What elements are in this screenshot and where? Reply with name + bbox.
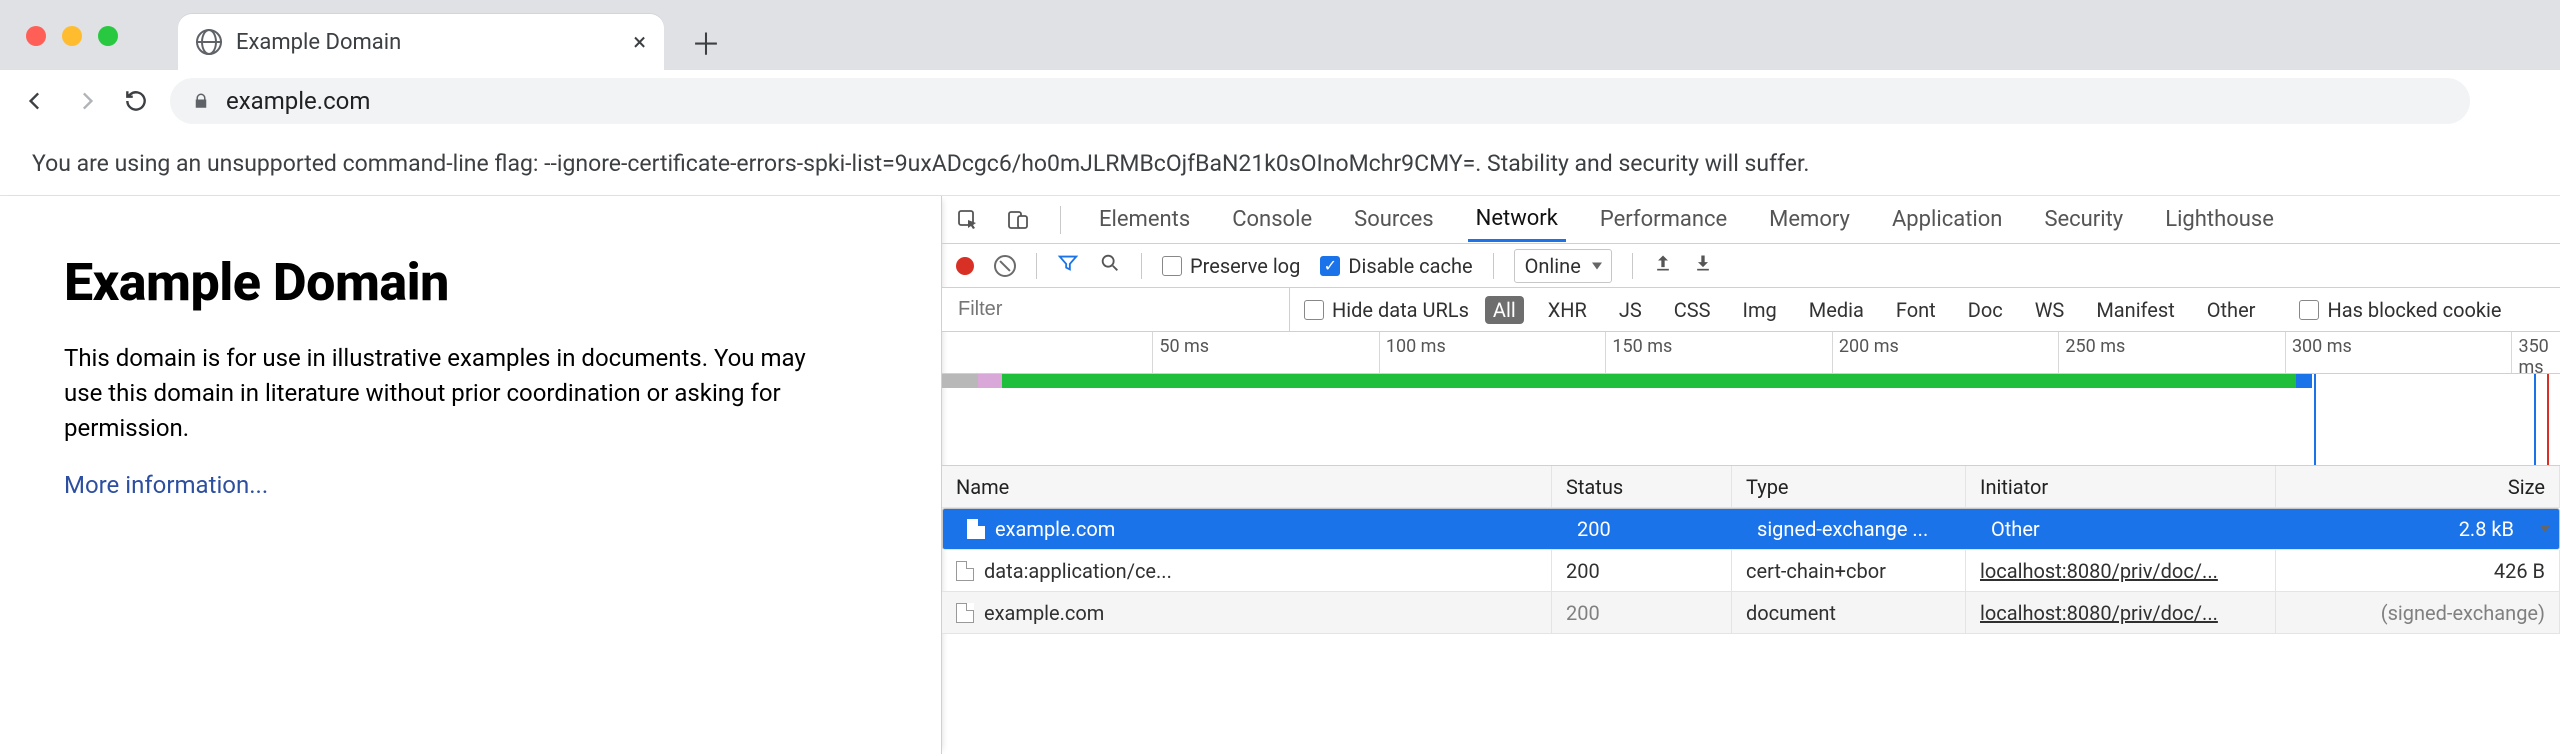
- tab-application[interactable]: Application: [1884, 199, 2010, 240]
- window-close-icon[interactable]: [26, 26, 46, 46]
- col-type[interactable]: Type: [1732, 466, 1966, 507]
- col-name[interactable]: Name: [942, 466, 1552, 507]
- tab-memory[interactable]: Memory: [1761, 199, 1858, 240]
- address-bar[interactable]: example.com: [170, 78, 2470, 124]
- browser-toolbar: example.com: [0, 70, 2560, 132]
- col-size[interactable]: Size: [2276, 466, 2560, 507]
- network-overview[interactable]: [942, 374, 2560, 466]
- tab-lighthouse[interactable]: Lighthouse: [2157, 199, 2282, 240]
- browser-tabstrip: Example Domain × ＋: [0, 0, 2560, 70]
- disable-cache-checkbox[interactable]: ✓Disable cache: [1320, 254, 1472, 278]
- col-initiator[interactable]: Initiator: [1966, 466, 2276, 507]
- tab-performance[interactable]: Performance: [1592, 199, 1735, 240]
- new-tab-button[interactable]: ＋: [684, 20, 728, 64]
- network-row[interactable]: data:application/ce... 200 cert-chain+cb…: [942, 550, 2560, 592]
- file-icon: [956, 603, 974, 623]
- infobar-warning: You are using an unsupported command-lin…: [0, 132, 2560, 196]
- forward-button[interactable]: [70, 85, 102, 117]
- network-toolbar: Preserve log ✓Disable cache Online: [942, 244, 2560, 288]
- inspect-element-icon[interactable]: [956, 208, 980, 232]
- window-minimize-icon[interactable]: [62, 26, 82, 46]
- page-heading: Example Domain: [64, 252, 877, 313]
- search-icon[interactable]: [1099, 252, 1121, 279]
- filter-type-js[interactable]: JS: [1611, 296, 1650, 324]
- network-row[interactable]: example.com 200 signed-exchange ... Othe…: [942, 508, 2560, 550]
- browser-tab[interactable]: Example Domain ×: [178, 14, 664, 70]
- download-har-icon[interactable]: [1693, 253, 1713, 278]
- col-status[interactable]: Status: [1552, 466, 1732, 507]
- filter-type-manifest[interactable]: Manifest: [2088, 296, 2182, 324]
- filter-type-media[interactable]: Media: [1801, 296, 1872, 324]
- network-table-header[interactable]: Name Status Type Initiator Size: [942, 466, 2560, 508]
- filter-toggle-icon[interactable]: [1057, 252, 1079, 279]
- filter-type-ws[interactable]: WS: [2027, 296, 2073, 324]
- filter-type-all[interactable]: All: [1485, 296, 1524, 324]
- blocked-cookies-checkbox[interactable]: Has blocked cookie: [2299, 298, 2501, 322]
- tab-sources[interactable]: Sources: [1346, 199, 1442, 240]
- upload-har-icon[interactable]: [1653, 253, 1673, 278]
- network-timeline-ruler[interactable]: 50 ms 100 ms 150 ms 200 ms 250 ms 300 ms…: [942, 332, 2560, 374]
- filter-type-xhr[interactable]: XHR: [1540, 296, 1595, 324]
- initiator-link[interactable]: localhost:8080/priv/doc/...: [1980, 601, 2218, 625]
- filter-type-css[interactable]: CSS: [1666, 296, 1719, 324]
- file-icon: [956, 561, 974, 581]
- devtools-tabbar: Elements Console Sources Network Perform…: [942, 196, 2560, 244]
- tab-close-icon[interactable]: ×: [633, 28, 646, 56]
- preserve-log-checkbox[interactable]: Preserve log: [1162, 254, 1300, 278]
- window-traffic-lights: [26, 26, 118, 46]
- tab-security[interactable]: Security: [2036, 199, 2131, 240]
- devtools-panel: Elements Console Sources Network Perform…: [942, 196, 2560, 754]
- page-more-info-link[interactable]: More information...: [64, 471, 268, 499]
- page-viewport: Example Domain This domain is for use in…: [0, 196, 942, 754]
- file-icon: [967, 519, 985, 539]
- page-paragraph: This domain is for use in illustrative e…: [64, 341, 824, 445]
- clear-button[interactable]: [994, 255, 1016, 277]
- filter-input[interactable]: [942, 288, 1290, 331]
- back-button[interactable]: [20, 85, 52, 117]
- network-row[interactable]: example.com 200 document localhost:8080/…: [942, 592, 2560, 634]
- reload-button[interactable]: [120, 85, 152, 117]
- filter-type-doc[interactable]: Doc: [1960, 296, 2011, 324]
- lock-icon: [192, 92, 210, 110]
- network-requests-table: Name Status Type Initiator Size example.…: [942, 466, 2560, 634]
- filter-type-img[interactable]: Img: [1735, 296, 1785, 324]
- tab-console[interactable]: Console: [1224, 199, 1320, 240]
- throttling-select[interactable]: Online: [1514, 249, 1612, 283]
- initiator-link[interactable]: localhost:8080/priv/doc/...: [1980, 559, 2218, 583]
- hide-data-urls-checkbox[interactable]: Hide data URLs: [1304, 298, 1469, 322]
- record-button[interactable]: [956, 257, 974, 275]
- device-toggle-icon[interactable]: [1006, 208, 1030, 232]
- network-filter-bar: Hide data URLs All XHR JS CSS Img Media …: [942, 288, 2560, 332]
- tab-title: Example Domain: [236, 30, 619, 55]
- favicon-globe-icon: [196, 29, 222, 55]
- url-text: example.com: [226, 87, 370, 115]
- filter-type-font[interactable]: Font: [1888, 296, 1944, 324]
- filter-type-other[interactable]: Other: [2199, 296, 2264, 324]
- tab-network[interactable]: Network: [1468, 198, 1566, 242]
- window-zoom-icon[interactable]: [98, 26, 118, 46]
- tab-elements[interactable]: Elements: [1091, 199, 1198, 240]
